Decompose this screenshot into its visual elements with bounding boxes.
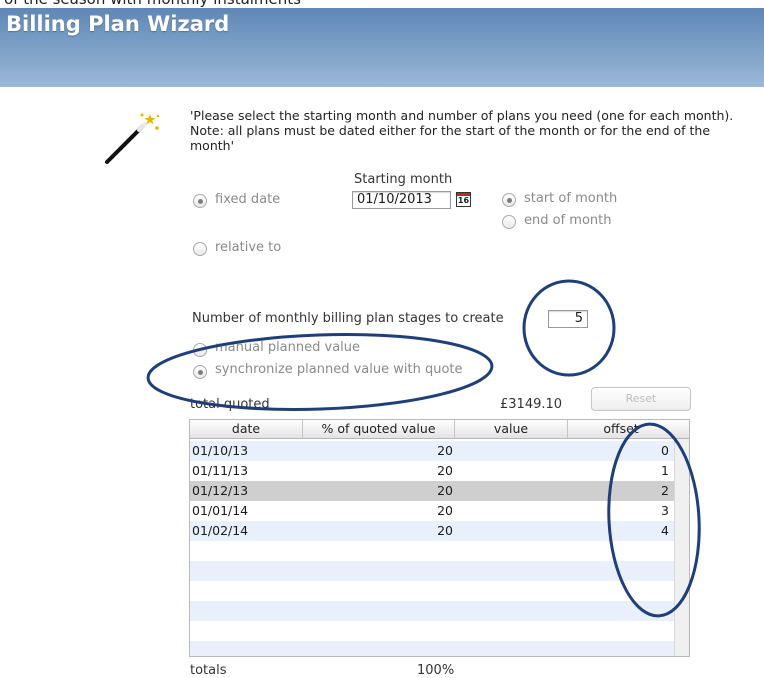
cell-percent: 20: [437, 523, 453, 538]
cell-offset: 1: [661, 463, 669, 478]
table-row[interactable]: 01/01/14 20 3: [190, 501, 674, 521]
table-row-empty: [190, 601, 674, 621]
table-row-empty: [190, 621, 674, 641]
cell-value: [455, 521, 565, 541]
manual-value-radio[interactable]: [193, 343, 207, 357]
table-row[interactable]: 01/10/13 20 0: [190, 441, 674, 461]
table-row-selected[interactable]: 01/12/13 20 2: [190, 481, 674, 501]
cell-offset: 4: [661, 523, 669, 538]
magic-wand-icon: [105, 113, 160, 164]
cell-date: 01/12/13: [192, 483, 249, 498]
manual-value-label: manual planned value: [215, 340, 361, 355]
cell-value: [455, 441, 565, 461]
cell-offset: 0: [661, 443, 669, 458]
table-scrollbar[interactable]: [674, 439, 689, 656]
table-row[interactable]: 01/11/13 20 1: [190, 461, 674, 481]
cell-value: [455, 501, 565, 521]
cell-date: 01/11/13: [192, 463, 249, 478]
sync-value-radio[interactable]: [193, 365, 207, 379]
window-title: Billing Plan Wizard: [6, 12, 230, 36]
fixed-date-label: fixed date: [215, 192, 281, 207]
calendar-icon-day: 16: [457, 196, 470, 205]
cell-date: 01/02/14: [192, 523, 249, 538]
end-of-month-radio[interactable]: [502, 215, 516, 229]
column-header-date[interactable]: date: [190, 420, 303, 438]
cell-date: 01/01/14: [192, 503, 249, 518]
table-header: date % of quoted value value offset: [190, 420, 689, 439]
totals-label: totals: [190, 663, 227, 678]
cell-percent: 20: [437, 483, 453, 498]
table-row-empty: [190, 541, 674, 561]
top-strip: of the season with monthly instalments: [0, 0, 764, 8]
total-quoted-value: £3149.10: [500, 397, 563, 412]
cell-date: 01/10/13: [192, 443, 249, 458]
end-of-month-label: end of month: [524, 213, 612, 228]
cell-percent: 20: [437, 443, 453, 458]
cell-percent: 20: [437, 463, 453, 478]
annotation-circle-stages: [522, 279, 616, 377]
cell-offset: 2: [661, 483, 669, 498]
table-row-empty: [190, 641, 674, 656]
reset-button[interactable]: Reset: [591, 387, 691, 411]
top-strip-text: of the season with monthly instalments: [4, 0, 301, 8]
starting-month-label: Starting month: [354, 172, 453, 187]
table-row-empty: [190, 581, 674, 601]
start-of-month-label: start of month: [524, 191, 618, 206]
stages-label: Number of monthly billing plan stages to…: [192, 311, 504, 326]
column-header-offset[interactable]: offset: [568, 420, 674, 438]
cell-value: [455, 481, 565, 501]
billing-stages-table: date % of quoted value value offset 01/1…: [189, 419, 690, 657]
total-quoted-label: total quoted: [190, 397, 270, 412]
cell-value: [455, 461, 565, 481]
stages-input[interactable]: 5: [548, 310, 588, 328]
table-row-empty: [190, 561, 674, 581]
wizard-instructions: 'Please select the starting month and nu…: [190, 108, 734, 153]
cell-percent: 20: [437, 503, 453, 518]
fixed-date-radio[interactable]: [193, 194, 207, 208]
table-row[interactable]: 01/02/14 20 4: [190, 521, 674, 541]
cell-offset: 3: [661, 503, 669, 518]
relative-to-radio[interactable]: [193, 242, 207, 256]
relative-to-label: relative to: [215, 240, 282, 255]
totals-percent: 100%: [417, 663, 455, 678]
sync-value-label: synchronize planned value with quote: [215, 362, 463, 377]
calendar-icon[interactable]: 16: [456, 192, 471, 207]
starting-month-input[interactable]: 01/10/2013: [352, 191, 451, 209]
wizard-header: Billing Plan Wizard: [0, 8, 764, 87]
column-header-value[interactable]: value: [455, 420, 568, 438]
start-of-month-radio[interactable]: [502, 193, 516, 207]
column-header-percent[interactable]: % of quoted value: [303, 420, 455, 438]
